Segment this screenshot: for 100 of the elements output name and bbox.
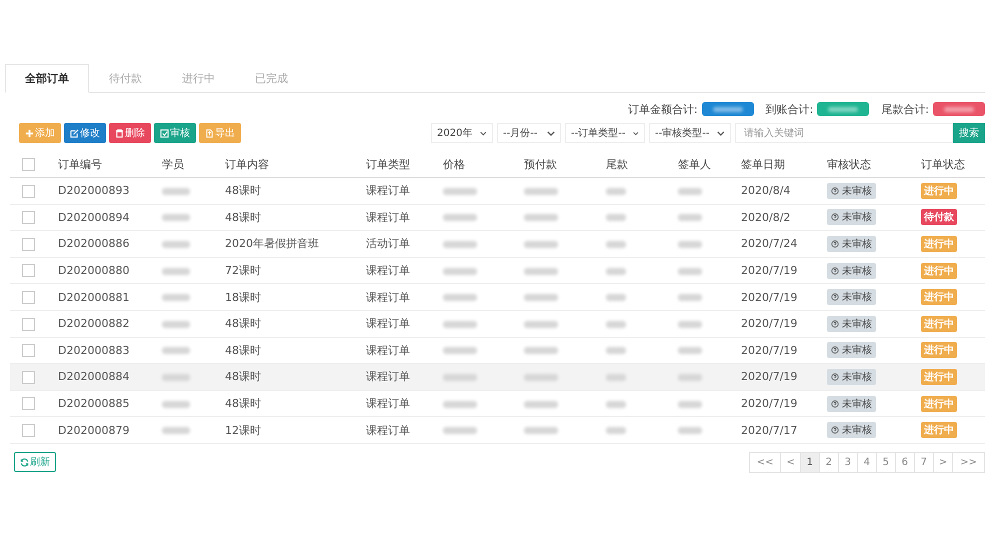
table-cell: 2020/7/24 <box>741 237 798 250</box>
status-badge: 进行中 <box>921 236 957 252</box>
tab[interactable]: 待付款 <box>89 64 162 93</box>
column-header: 签单人 <box>678 158 711 170</box>
audit-badge: 未审核 <box>827 396 876 412</box>
column-header: 订单状态 <box>921 158 965 170</box>
table-cell: 2020/7/19 <box>741 317 798 330</box>
row-checkbox[interactable] <box>22 264 35 278</box>
question-icon <box>831 240 839 248</box>
filter-select[interactable]: 2020年 <box>431 123 493 143</box>
tab[interactable]: 全部订单 <box>5 64 89 93</box>
edit-button[interactable]: 修改 <box>64 123 106 143</box>
table-cell: 48课时 <box>225 184 261 198</box>
table-cell: 2020/7/19 <box>741 344 798 357</box>
audit-badge: 未审核 <box>827 182 876 199</box>
export-button[interactable]: 导出 <box>199 123 241 143</box>
table-cell: 72课时 <box>225 264 261 278</box>
table-cell: 48课时 <box>225 370 261 384</box>
column-header: 订单编号 <box>58 158 102 170</box>
question-icon <box>831 426 839 434</box>
question-icon <box>831 372 839 381</box>
table-cell: 课程订单 <box>366 344 410 357</box>
select-all-checkbox[interactable] <box>22 158 35 171</box>
audit-button[interactable]: 审核 <box>154 123 196 143</box>
table-cell: 2020/7/19 <box>741 290 798 304</box>
table-cell: D202000893 <box>58 184 130 198</box>
refresh-icon <box>20 458 29 467</box>
column-header: 尾款 <box>606 158 628 170</box>
audit-badge: 未审核 <box>827 368 876 385</box>
audit-badge: 未审核 <box>827 342 876 358</box>
add-button[interactable]: 添加 <box>19 123 61 143</box>
table-cell: D202000880 <box>58 264 130 278</box>
table-cell: D202000884 <box>58 370 130 384</box>
table-cell: D202000879 <box>58 424 130 437</box>
row-checkbox[interactable] <box>22 211 35 224</box>
row-checkbox[interactable] <box>22 290 35 304</box>
delete-button[interactable]: 删除 <box>109 123 151 143</box>
table-cell: 48课时 <box>225 397 261 410</box>
row-checkbox[interactable] <box>22 424 35 437</box>
audit-badge: 未审核 <box>827 262 876 279</box>
summary-label: 到账合计: <box>766 102 814 116</box>
filter-select[interactable]: --月份-- <box>497 123 561 143</box>
status-badge: 进行中 <box>921 316 957 332</box>
page-button[interactable]: 1 <box>800 452 819 472</box>
table-cell: 12课时 <box>225 424 261 437</box>
table-cell: D202000894 <box>58 210 130 224</box>
document-icon <box>205 128 214 138</box>
row-checkbox[interactable] <box>22 344 35 358</box>
column-header: 签单日期 <box>741 158 785 170</box>
refresh-button[interactable]: 刷新 <box>14 452 56 472</box>
row-checkbox[interactable] <box>22 370 35 384</box>
tab[interactable]: 进行中 <box>162 64 235 93</box>
column-header: 价格 <box>443 158 465 170</box>
question-icon <box>831 400 839 408</box>
table-cell: 课程订单 <box>366 317 410 330</box>
status-badge: 待付款 <box>921 209 957 226</box>
table-cell: 2020/8/4 <box>741 184 790 198</box>
question-icon <box>831 186 839 195</box>
table-cell: D202000885 <box>58 397 130 410</box>
trash-icon <box>115 128 124 138</box>
plus-icon <box>25 128 34 138</box>
table-cell: 课程订单 <box>366 397 410 410</box>
tab[interactable]: 已完成 <box>235 64 308 93</box>
table-cell: 课程订单 <box>366 290 410 304</box>
column-header: 预付款 <box>524 158 557 170</box>
table-cell: D202000886 <box>58 237 130 250</box>
table-cell: 2020/8/2 <box>741 210 790 224</box>
question-icon <box>831 213 839 222</box>
status-badge: 进行中 <box>921 422 957 438</box>
summary-label: 尾款合计: <box>881 102 929 116</box>
table-cell: 48课时 <box>225 344 261 357</box>
table-cell: 2020年暑假拼音班 <box>225 237 319 250</box>
table-cell: 48课时 <box>225 210 261 224</box>
column-header: 订单内容 <box>225 158 269 170</box>
table-cell: 18课时 <box>225 290 261 304</box>
table-cell: 2020/7/19 <box>741 370 798 384</box>
status-badge: 进行中 <box>921 368 957 385</box>
table-cell: 2020/7/19 <box>741 397 798 410</box>
caret-icon <box>480 130 487 136</box>
column-header: 订单类型 <box>366 158 410 170</box>
search-button[interactable]: 搜索 <box>953 123 985 143</box>
search-field[interactable]: 请输入关键词 <box>735 123 953 143</box>
audit-badge: 未审核 <box>827 289 876 306</box>
table-cell: D202000883 <box>58 344 130 357</box>
row-checkbox[interactable] <box>22 184 35 198</box>
column-header: 审核状态 <box>827 158 871 170</box>
status-badge: 进行中 <box>921 182 957 199</box>
filter-select[interactable]: --订单类型-- <box>565 123 645 143</box>
filter-select[interactable]: --审核类型-- <box>649 123 731 143</box>
row-checkbox[interactable] <box>22 397 35 410</box>
caret-icon <box>633 130 639 136</box>
row-checkbox[interactable] <box>22 238 35 251</box>
table-cell: 课程订单 <box>366 370 410 384</box>
row-checkbox[interactable] <box>22 318 35 330</box>
status-badge: 进行中 <box>921 262 957 279</box>
table-cell: 2020/7/19 <box>741 264 798 278</box>
table-cell: 48课时 <box>225 317 261 330</box>
question-icon <box>831 293 839 302</box>
status-badge: 进行中 <box>921 396 957 412</box>
question-icon <box>831 320 839 328</box>
